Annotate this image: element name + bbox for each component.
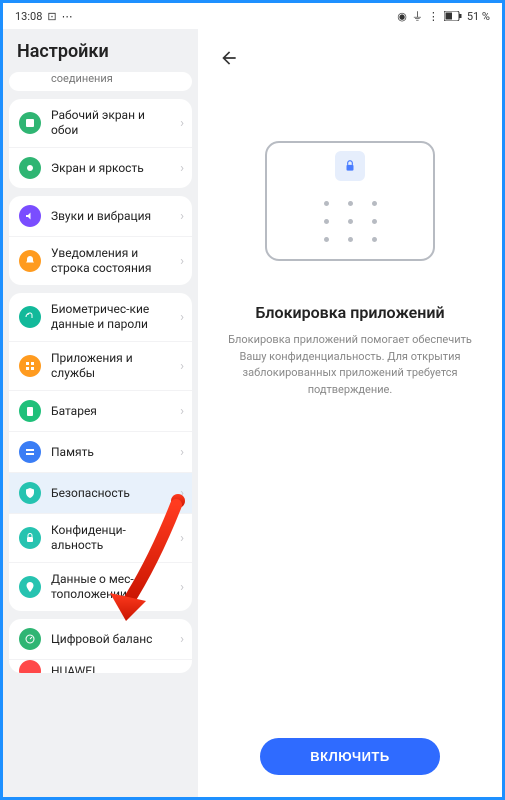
sidebar-item-sound[interactable]: Звуки и вибрация › [9,196,192,236]
enable-button[interactable]: ВКЛЮЧИТЬ [260,738,439,775]
sidebar-item-label: Цифровой баланс [51,632,170,647]
chevron-right-icon: › [180,580,184,595]
chevron-right-icon: › [180,404,184,419]
sidebar-item-label: Биометричес-кие данные и пароли [51,302,170,332]
location-icon [19,576,41,598]
sidebar-item-label: Экран и яркость [51,161,170,176]
sidebar-item-label: HUAWEI [51,664,184,674]
sidebar-item-label: Приложения и службы [51,351,170,381]
sidebar-title: Настройки [9,35,192,72]
back-button[interactable] [216,45,242,71]
sidebar-item-privacy[interactable]: Конфиденци-альность › [9,513,192,562]
sidebar-item-label: Данные о мес-тоположении [51,572,170,602]
privacy-icon [19,527,41,549]
chevron-right-icon: › [180,310,184,325]
settings-sidebar[interactable]: Настройки соединения Рабочий экран и обо… [3,29,198,797]
page-description: Блокировка приложений помогает обеспечит… [216,332,484,398]
sidebar-item-label: Рабочий экран и обои [51,108,170,138]
status-indicator-icon: ⊡ [47,10,56,23]
sidebar-item-connections[interactable]: соединения [9,72,192,91]
chevron-right-icon: › [180,254,184,269]
detail-pane: Блокировка приложений Блокировка приложе… [198,29,502,797]
sidebar-item-digital-balance[interactable]: Цифровой баланс › [9,619,192,659]
chevron-right-icon: › [180,531,184,546]
shield-icon [19,482,41,504]
vibrate-icon: ⏚ [412,8,423,24]
storage-icon [19,441,41,463]
pattern-dots [315,195,385,247]
battery-percent: 51 % [467,10,490,23]
status-indicator-icon: ⋯ [62,10,73,23]
arrow-left-icon [219,48,239,68]
sidebar-item-biometrics[interactable]: Биометричес-кие данные и пароли › [9,293,192,341]
sidebar-item-wallpaper[interactable]: Рабочий экран и обои › [9,99,192,147]
sidebar-item-label: Конфиденци-альность [51,523,170,553]
fingerprint-icon [19,306,41,328]
chevron-right-icon: › [180,445,184,460]
battery-icon [19,400,41,422]
sidebar-item-apps[interactable]: Приложения и службы › [9,341,192,390]
chevron-right-icon: › [180,486,184,501]
device-frame: 13:08 ⊡ ⋯ ◉ ⏚ ⋮ 51 % Настройки соединени… [0,0,505,800]
bell-icon [19,250,41,272]
chevron-right-icon: › [180,161,184,176]
status-bar: 13:08 ⊡ ⋯ ◉ ⏚ ⋮ 51 % [3,3,502,29]
sidebar-item-display[interactable]: Экран и яркость › [9,147,192,188]
eye-comfort-icon: ◉ [397,10,407,23]
sidebar-item-location[interactable]: Данные о мес-тоположении › [9,562,192,611]
sound-icon [19,205,41,227]
brightness-icon [19,157,41,179]
sidebar-item-label: Память [51,445,170,460]
sidebar-item-label: Батарея [51,404,170,419]
page-title: Блокировка приложений [216,303,484,322]
sidebar-item-label: Звуки и вибрация [51,209,170,224]
sidebar-item-notifications[interactable]: Уведомления и строка состояния › [9,236,192,285]
sidebar-item-security[interactable]: Безопасность › [9,472,192,513]
wallpaper-icon [19,112,41,134]
battery-icon [444,11,462,21]
sidebar-item-label: Безопасность [51,486,170,501]
chevron-right-icon: › [180,359,184,374]
wifi-icon: ⋮ [428,10,439,23]
sidebar-item-label: Уведомления и строка состояния [51,246,170,276]
huawei-icon [19,660,41,673]
sidebar-item-battery[interactable]: Батарея › [9,390,192,431]
chevron-right-icon: › [180,632,184,647]
lock-icon [335,151,365,181]
sidebar-item-storage[interactable]: Память › [9,431,192,472]
balance-icon [19,628,41,650]
chevron-right-icon: › [180,209,184,224]
status-time: 13:08 [15,10,42,23]
chevron-right-icon: › [180,116,184,131]
app-lock-illustration [265,141,435,261]
sidebar-item-huawei[interactable]: HUAWEI [9,659,192,673]
apps-icon [19,355,41,377]
